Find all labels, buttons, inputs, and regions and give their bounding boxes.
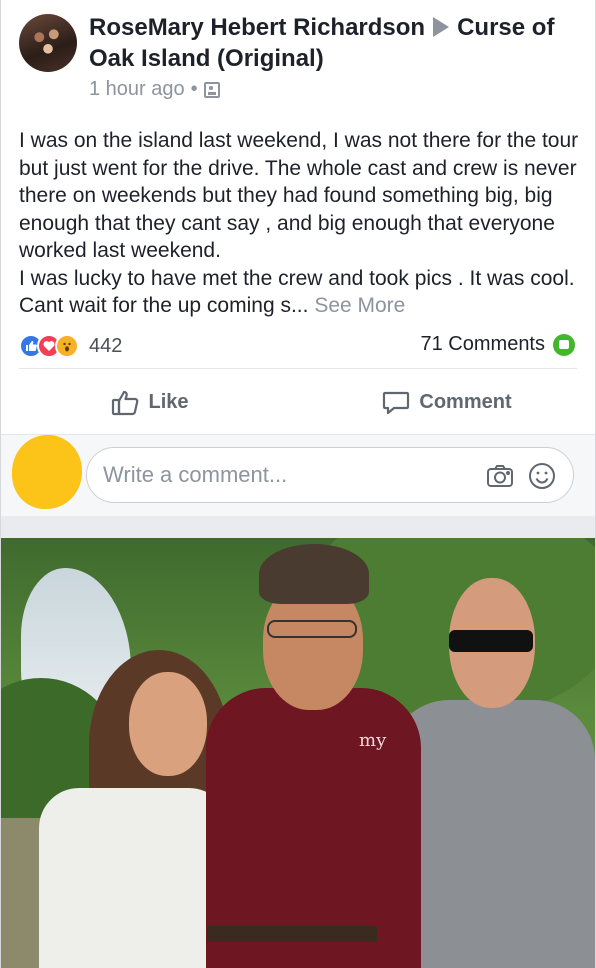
post-body: I was on the island last weekend, I was … [19,127,581,320]
post-timestamp[interactable]: 1 hour ago [89,78,185,101]
divider [19,368,577,369]
person-middle-glasses [267,620,357,638]
group-privacy-icon [203,81,220,98]
shirt-logo: my [359,730,387,751]
author-name[interactable]: RoseMary Hebert Richardson [89,14,425,41]
comment-input[interactable]: Write a comment... [86,447,574,503]
person-middle-belt [207,926,377,942]
like-button[interactable]: Like [1,376,298,428]
comments-count[interactable]: 71 Comments [420,333,575,356]
see-more-link[interactable]: See More [314,294,405,317]
comment-input-placeholder: Write a comment... [103,462,288,487]
comment-button[interactable]: Comment [298,376,595,428]
comment-input-tools [485,461,557,491]
comments-count-label: 71 Comments [420,333,546,355]
post-actions: Like Comment [1,376,595,428]
comment-icon [383,391,410,415]
reactions-summary[interactable]: 442 [19,333,122,359]
post-header-title: RoseMary Hebert Richardson Curse of Oak I… [89,12,579,74]
post-body-paragraph-2: I was lucky to have met the crew and too… [19,266,575,318]
person-right-sunglasses [449,630,533,652]
new-comments-icon [553,333,575,356]
feed-post: RoseMary Hebert Richardson Curse of Oak I… [0,0,596,968]
comment-composer: Write a comment... [1,434,595,517]
like-button-label: Like [148,390,189,413]
wow-icon [55,334,79,358]
post-body-paragraph-1: I was on the island last weekend, I was … [19,129,579,262]
current-user-avatar[interactable] [12,435,82,509]
comment-button-label: Comment [419,390,512,413]
post-separator [1,516,595,538]
post-meta: 1 hour ago • [89,78,220,101]
person-middle-hair [259,544,369,604]
camera-icon[interactable] [485,461,515,491]
thumbs-up-icon [112,390,139,416]
person-left-body [39,788,229,968]
meta-separator: • [190,78,198,100]
author-avatar[interactable] [19,14,77,72]
emoji-icon[interactable] [527,461,557,491]
triangle-right-icon [433,17,450,37]
reaction-count: 442 [89,334,123,357]
post-photo[interactable]: my [1,538,595,968]
person-left-face [129,672,207,776]
